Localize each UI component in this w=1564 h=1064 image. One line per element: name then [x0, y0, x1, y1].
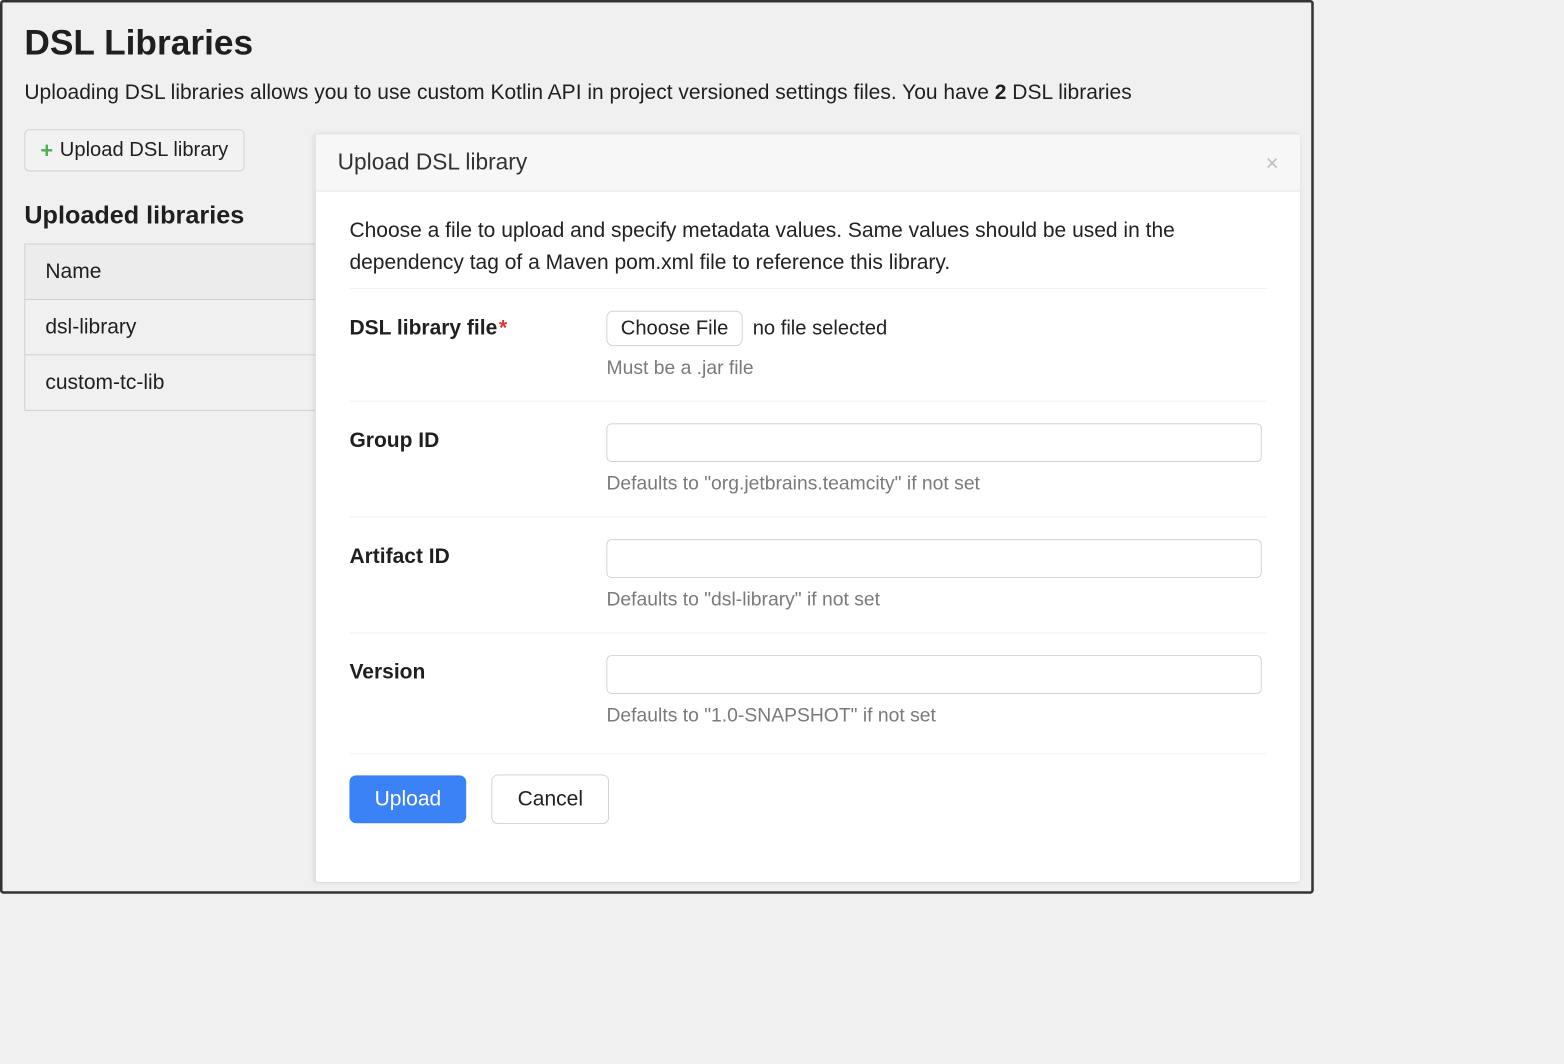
file-field: Choose File no file selected Must be a .…: [606, 311, 1266, 379]
dialog-body: Choose a file to upload and specify meta…: [316, 192, 1300, 882]
version-label: Version: [349, 655, 593, 684]
upload-button[interactable]: Upload: [349, 775, 466, 823]
dialog-description: Choose a file to upload and specify meta…: [349, 215, 1266, 278]
dialog-footer: Upload Cancel: [349, 753, 1266, 824]
file-input-row: Choose File no file selected: [606, 311, 1266, 346]
form-row-file: DSL library file* Choose File no file se…: [349, 288, 1266, 401]
group-id-input[interactable]: [606, 423, 1261, 462]
close-icon[interactable]: ×: [1266, 152, 1279, 174]
choose-file-button[interactable]: Choose File: [606, 311, 742, 346]
page-desc-prefix: Uploading DSL libraries allows you to us…: [24, 81, 994, 105]
file-label: DSL library file*: [349, 311, 593, 340]
page-description: Uploading DSL libraries allows you to us…: [24, 78, 1289, 107]
cancel-button[interactable]: Cancel: [492, 774, 609, 824]
library-count: 2: [995, 81, 1007, 105]
version-field: Defaults to "1.0-SNAPSHOT" if not set: [606, 655, 1266, 726]
upload-dialog: Upload DSL library × Choose a file to up…: [315, 134, 1301, 883]
artifact-id-label: Artifact ID: [349, 539, 593, 568]
artifact-id-hint: Defaults to "dsl-library" if not set: [606, 588, 1266, 611]
required-asterisk: *: [499, 316, 507, 340]
form-row-artifact: Artifact ID Defaults to "dsl-library" if…: [349, 517, 1266, 633]
dialog-header: Upload DSL library ×: [316, 134, 1300, 191]
page-frame: DSL Libraries Uploading DSL libraries al…: [0, 0, 1314, 894]
upload-button-label: Upload DSL library: [60, 139, 228, 163]
plus-icon: +: [40, 139, 53, 161]
group-id-label: Group ID: [349, 423, 593, 452]
upload-dsl-library-button[interactable]: + Upload DSL library: [24, 129, 244, 171]
form-row-version: Version Defaults to "1.0-SNAPSHOT" if no…: [349, 633, 1266, 749]
file-hint: Must be a .jar file: [606, 356, 1266, 379]
artifact-id-input[interactable]: [606, 539, 1261, 578]
file-label-text: DSL library file: [349, 316, 497, 340]
form-row-group: Group ID Defaults to "org.jetbrains.team…: [349, 401, 1266, 517]
version-input[interactable]: [606, 655, 1261, 694]
page-desc-suffix: DSL libraries: [1006, 81, 1131, 105]
artifact-id-field: Defaults to "dsl-library" if not set: [606, 539, 1266, 610]
file-status-text: no file selected: [753, 317, 887, 341]
group-id-hint: Defaults to "org.jetbrains.teamcity" if …: [606, 472, 1266, 495]
version-hint: Defaults to "1.0-SNAPSHOT" if not set: [606, 704, 1266, 727]
page-title: DSL Libraries: [24, 23, 1289, 63]
group-id-field: Defaults to "org.jetbrains.teamcity" if …: [606, 423, 1266, 494]
dialog-title: Upload DSL library: [338, 150, 528, 176]
